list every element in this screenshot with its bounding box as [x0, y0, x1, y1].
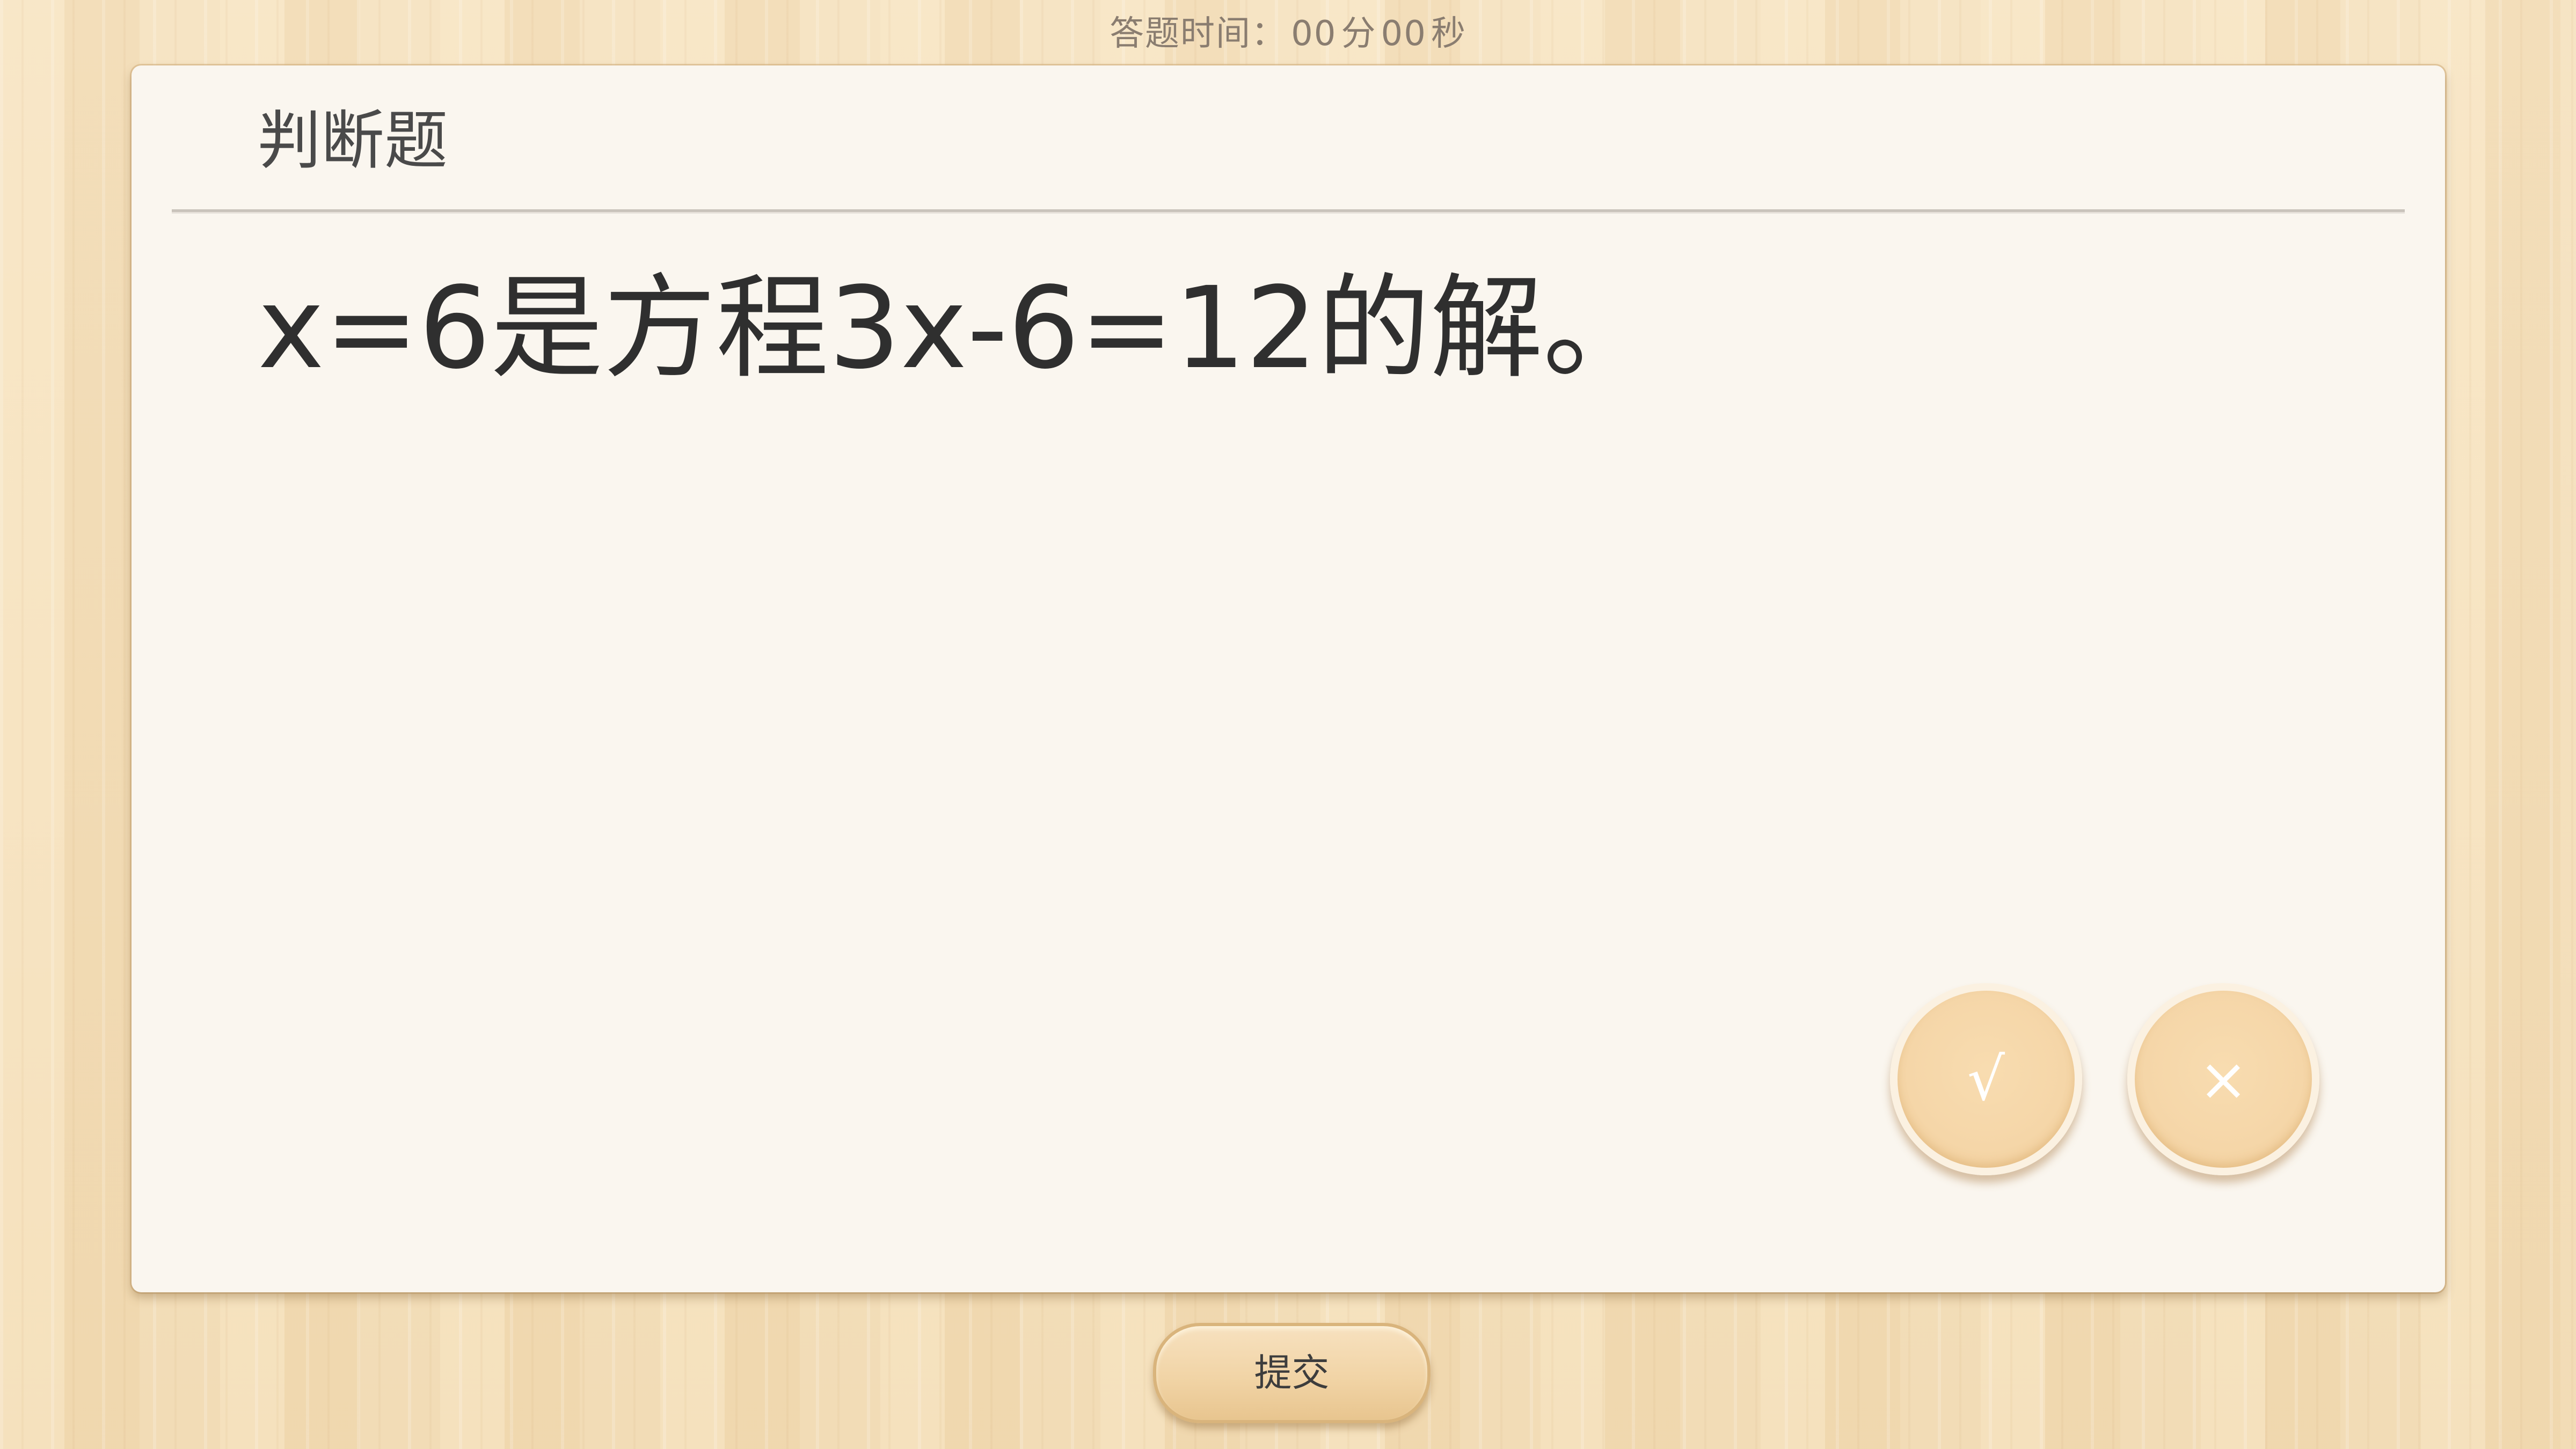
- timer-seconds-unit: 秒: [1431, 14, 1466, 54]
- timer-minutes: 00: [1291, 14, 1337, 54]
- question-type-title: 判断题: [258, 104, 448, 178]
- question-text: x=6是方程3x-6=12的解。: [258, 262, 1656, 394]
- check-icon: √: [1967, 1045, 2005, 1114]
- cross-icon: ×: [2198, 1045, 2249, 1114]
- title-divider: [172, 209, 2405, 214]
- timer-seconds: 00: [1381, 14, 1427, 54]
- answer-timer: 答题时间： 00 分 00 秒: [0, 10, 2576, 58]
- true-choice-button[interactable]: √: [1890, 983, 2082, 1175]
- timer-label: 答题时间：: [1110, 14, 1287, 54]
- false-choice-button[interactable]: ×: [2127, 983, 2319, 1175]
- timer-minutes-unit: 分: [1341, 14, 1377, 54]
- submit-button[interactable]: 提交: [1153, 1323, 1431, 1423]
- question-card: 判断题 x=6是方程3x-6=12的解。 √ ×: [132, 65, 2445, 1292]
